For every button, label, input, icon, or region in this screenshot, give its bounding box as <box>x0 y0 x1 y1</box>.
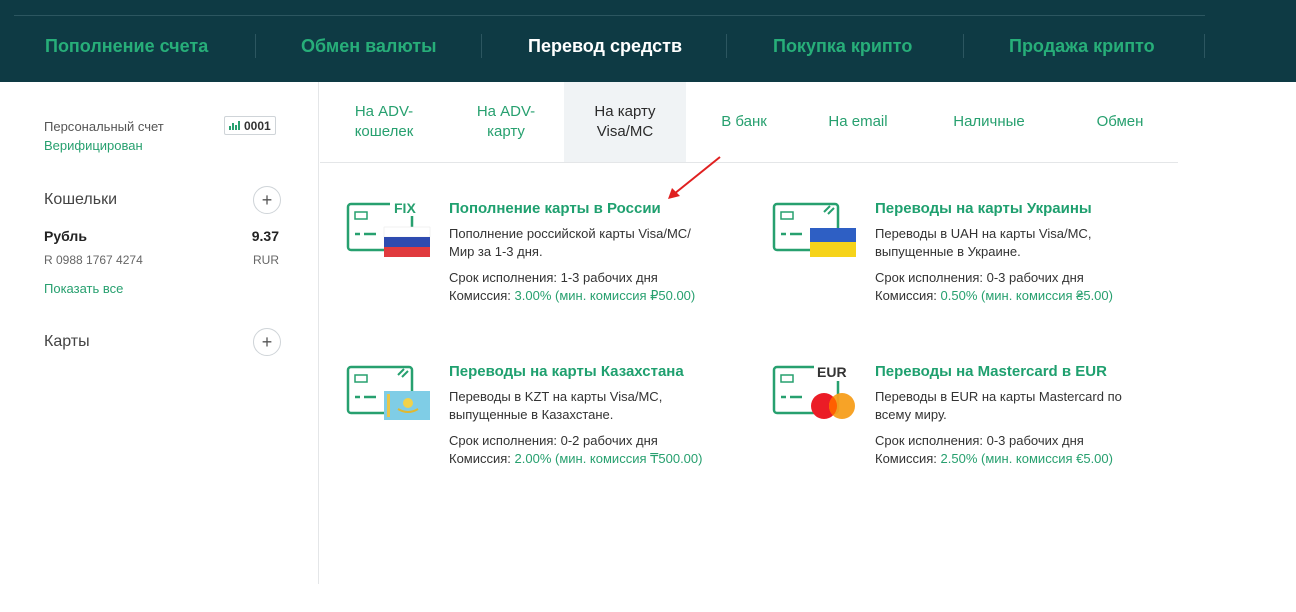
nav-separator <box>255 34 256 58</box>
tab-label: На ADV- кошелек <box>354 103 414 140</box>
tab-email[interactable]: На email <box>802 82 914 162</box>
icon-tag: EUR <box>817 364 847 380</box>
tab-label: Наличные <box>953 113 1025 130</box>
nav-item-sell-crypto[interactable]: Продажа крипто <box>1009 36 1155 57</box>
tab-label: Обмен <box>1096 113 1144 130</box>
tab-label: В банк <box>721 113 767 130</box>
wallet-number: R 0988 1767 4274 <box>44 253 143 267</box>
fee-label: Комиссия: <box>875 288 941 303</box>
nav-separator <box>1204 34 1205 58</box>
tab-exchange[interactable]: Обмен <box>1064 82 1176 162</box>
service-title[interactable]: Переводы на Mastercard в EUR <box>875 363 1107 380</box>
plus-icon: + <box>261 331 273 352</box>
service-term: Срок исполнения: 0-2 рабочих дня <box>449 433 658 448</box>
tab-adv-wallet[interactable]: На ADV- кошелек <box>320 82 448 162</box>
add-card-button[interactable]: + <box>253 328 281 356</box>
add-wallet-button[interactable]: + <box>253 186 281 214</box>
fee-label: Комиссия: <box>449 451 515 466</box>
service-description: Переводы в KZT на карты Visa/MC, выпущен… <box>449 389 663 422</box>
card-mastercard-eur-icon: EUR <box>772 363 855 419</box>
tab-label: На ADV- карту <box>476 103 536 140</box>
service-fee: Комиссия: 2.00% (мин. комиссия ₸500.00) <box>449 450 719 468</box>
account-id-badge[interactable]: 0001 <box>224 116 276 135</box>
card-russia-flag-icon: FIX <box>346 200 431 257</box>
card-kazakhstan-flag-icon <box>346 365 430 420</box>
nav-item-deposit[interactable]: Пополнение счета <box>45 36 208 57</box>
nav-separator <box>963 34 964 58</box>
service-title[interactable]: Пополнение карты в России <box>449 200 661 217</box>
show-all-wallets-link[interactable]: Показать все <box>44 281 123 296</box>
plus-icon: + <box>261 189 273 210</box>
tab-adv-card[interactable]: На ADV- карту <box>448 82 564 162</box>
top-navigation: Пополнение счета Обмен валюты Перевод ср… <box>0 0 1296 82</box>
fee-value: 3.00% (мин. комиссия ₽50.00) <box>514 288 696 303</box>
service-title[interactable]: Переводы на карты Украины <box>875 200 1092 217</box>
service-fee: Комиссия: 0.50% (мин. комиссия ₴5.00) <box>875 287 1145 305</box>
service-description: Переводы в EUR на карты Mastercard по вс… <box>875 389 1122 422</box>
annotation-arrow-icon <box>668 156 721 199</box>
tab-cash[interactable]: Наличные <box>914 82 1064 162</box>
service-term: Срок исполнения: 1-3 рабочих дня <box>449 270 658 285</box>
fee-value: 2.50% (мин. комиссия €5.00) <box>940 451 1113 466</box>
fee-value: 2.00% (мин. комиссия ₸500.00) <box>514 451 703 466</box>
service-kazakhstan-card-transfer[interactable]: Переводы на карты Казахстана Переводы в … <box>346 363 766 503</box>
card-ukraine-flag-icon <box>772 202 856 257</box>
icon-tag: FIX <box>394 200 416 216</box>
fee-label: Комиссия: <box>449 288 515 303</box>
sidebar: Персональный счет Верифицирован 0001 Кош… <box>0 82 319 584</box>
nav-separator <box>726 34 727 58</box>
service-description: Переводы в UAH на карты Visa/MC, выпущен… <box>875 226 1092 259</box>
service-mastercard-eur-transfer[interactable]: EUR Переводы на Mastercard в EUR Перевод… <box>772 363 1192 503</box>
service-title[interactable]: Переводы на карты Казахстана <box>449 363 684 380</box>
wallet-name[interactable]: Рубль <box>44 228 87 244</box>
service-russia-card-topup[interactable]: FIX Пополнение карты в России Пополнение… <box>346 200 766 340</box>
transfer-subtabs: На ADV- кошелек На ADV- карту На карту V… <box>320 82 1178 163</box>
tab-label: На email <box>828 113 888 130</box>
account-type-label: Персональный счет <box>44 119 164 134</box>
nav-separator <box>481 34 482 58</box>
nav-item-buy-crypto[interactable]: Покупка крипто <box>773 36 912 57</box>
account-id: 0001 <box>244 118 271 133</box>
bar-chart-icon <box>229 121 240 130</box>
tab-label: На карту Visa/MC <box>594 103 656 140</box>
account-status-link[interactable]: Верифицирован <box>44 138 143 153</box>
service-term: Срок исполнения: 0-3 рабочих дня <box>875 433 1084 448</box>
wallet-currency: RUR <box>253 253 279 267</box>
cards-title: Карты <box>44 333 90 350</box>
fee-label: Комиссия: <box>875 451 941 466</box>
top-nav-rule <box>14 15 1205 16</box>
service-fee: Комиссия: 3.00% (мин. комиссия ₽50.00) <box>449 287 719 305</box>
service-description: Пополнение российской карты Visa/MC/Мир … <box>449 226 691 259</box>
service-ukraine-card-transfer[interactable]: Переводы на карты Украины Переводы в UAH… <box>772 200 1192 340</box>
nav-item-exchange[interactable]: Обмен валюты <box>301 36 436 57</box>
nav-item-transfer[interactable]: Перевод средств <box>528 36 682 57</box>
fee-value: 0.50% (мин. комиссия ₴5.00) <box>940 288 1113 303</box>
service-term: Срок исполнения: 0-3 рабочих дня <box>875 270 1084 285</box>
wallets-title: Кошельки <box>44 191 118 208</box>
service-fee: Комиссия: 2.50% (мин. комиссия €5.00) <box>875 450 1145 468</box>
wallet-balance: 9.37 <box>251 228 279 244</box>
